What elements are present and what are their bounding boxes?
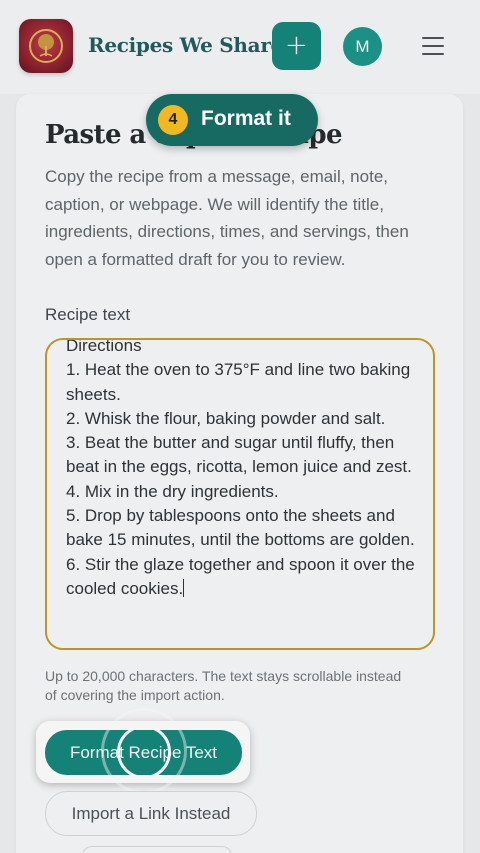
- character-limit-hint: Up to 20,000 characters. The text stays …: [45, 668, 402, 703]
- tree-icon: [29, 29, 63, 63]
- user-avatar[interactable]: M: [343, 27, 382, 66]
- next-button-edge: [82, 846, 232, 853]
- app-title[interactable]: Recipes We Share: [88, 33, 283, 57]
- recipe-text-value: Directions 1. Heat the oven to 375°F and…: [66, 338, 415, 598]
- text-caret: [183, 578, 185, 597]
- tour-step-callout: 4 Format it: [146, 94, 318, 146]
- app-logo[interactable]: [19, 19, 73, 73]
- tap-indicator-inner: [117, 725, 171, 779]
- step-number-badge: 4: [158, 105, 188, 135]
- recipe-text-label: Recipe text: [45, 305, 131, 324]
- import-link-button[interactable]: Import a Link Instead: [45, 791, 257, 836]
- add-recipe-button[interactable]: +: [272, 22, 321, 70]
- step-label: Format it: [201, 107, 291, 130]
- recipe-text-input[interactable]: Directions 1. Heat the oven to 375°F and…: [45, 338, 435, 650]
- hamburger-menu-icon[interactable]: [422, 37, 444, 55]
- app-header: Recipes We Share + M: [0, 0, 480, 94]
- page-description: Copy the recipe from a message, email, n…: [45, 167, 409, 269]
